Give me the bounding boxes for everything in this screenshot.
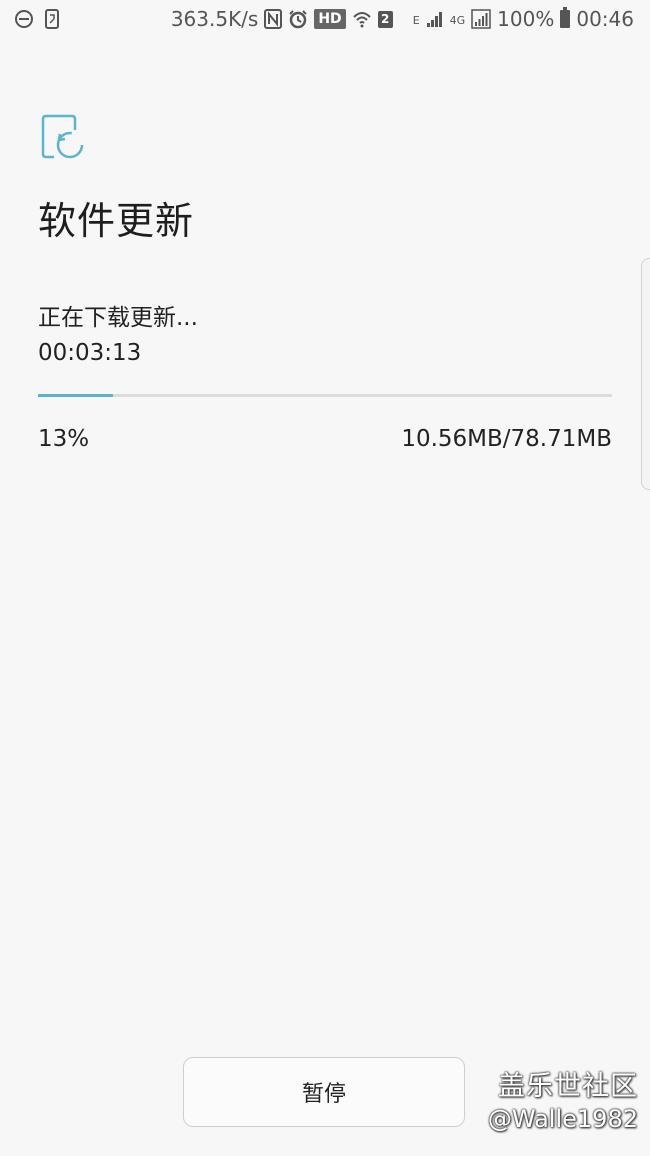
- download-progress-fill: [38, 394, 113, 397]
- wifi-icon: [352, 9, 372, 29]
- edge-panel-handle[interactable]: [641, 258, 650, 490]
- battery-icon: [560, 7, 571, 28]
- battery-percent: 100%: [497, 7, 555, 31]
- nfc-icon: [264, 9, 283, 29]
- hd-voice-icon: HD: [314, 9, 346, 29]
- alarm-icon: [288, 9, 308, 29]
- status-bar-left: [14, 9, 60, 29]
- download-status-text: 正在下载更新...: [38, 305, 198, 331]
- software-update-icon: [40, 112, 88, 162]
- elapsed-time: 00:03:13: [38, 340, 142, 366]
- network-speed: 363.5K/s: [170, 7, 259, 31]
- page-title: 软件更新: [38, 199, 195, 243]
- do-not-disturb-icon: [14, 9, 34, 29]
- status-bar: 363.5K/s HD 2 E 4G 100% 00:46: [0, 0, 650, 38]
- watermark-community: 盖乐世社区: [498, 1071, 638, 1102]
- clock: 00:46: [576, 7, 634, 31]
- download-percent: 13%: [38, 426, 90, 452]
- pause-button[interactable]: 暂停: [183, 1057, 465, 1127]
- sim-icon: 2: [377, 10, 393, 28]
- download-progress-bar: [38, 394, 612, 397]
- lte-label: 4G: [449, 14, 466, 27]
- download-size: 10.56MB/78.71MB: [401, 426, 612, 452]
- signal-4g-icon: [471, 9, 491, 29]
- e-network-label: E: [412, 14, 420, 27]
- watermark: 盖乐世社区 @Walle1982: [488, 1064, 638, 1133]
- screenshot-icon: [44, 9, 60, 29]
- status-bar-right: 363.5K/s HD 2 E 4G 100% 00:46: [171, 7, 634, 31]
- signal-icon: [426, 10, 444, 28]
- watermark-username: @Walle1982: [487, 1105, 638, 1133]
